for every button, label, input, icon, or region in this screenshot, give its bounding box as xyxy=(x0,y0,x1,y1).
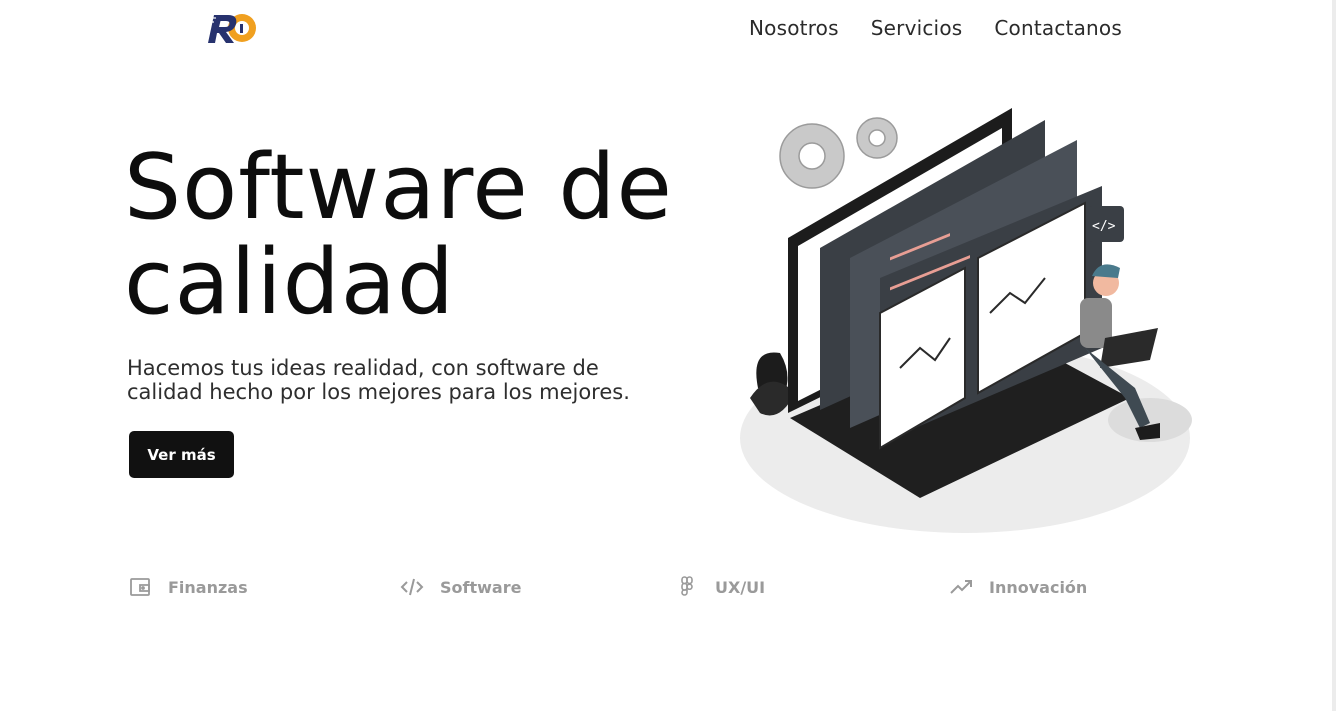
code-icon xyxy=(400,578,424,596)
nav-link-contactanos[interactable]: Contactanos xyxy=(994,16,1122,40)
trending-up-icon xyxy=(950,580,972,594)
hero-subtitle: Hacemos tus ideas realidad, con software… xyxy=(127,356,727,404)
feature-innovacion[interactable]: Innovación xyxy=(949,575,1087,599)
nav-link-servicios[interactable]: Servicios xyxy=(871,16,963,40)
hero-title-line2: calidad xyxy=(124,230,456,335)
gear-icon xyxy=(779,117,898,189)
feature-software[interactable]: Software xyxy=(400,575,521,599)
nav-link-nosotros[interactable]: Nosotros xyxy=(749,16,839,40)
ver-mas-button[interactable]: Ver más xyxy=(129,431,234,478)
main-nav: Nosotros Servicios Contactanos xyxy=(749,16,1122,40)
figma-icon xyxy=(681,576,693,596)
feature-label: Software xyxy=(440,577,522,597)
feature-label: Finanzas xyxy=(168,577,248,597)
hero-title-line1: Software de xyxy=(124,135,673,240)
hero-subtitle-line2: calidad hecho por los mejores para los m… xyxy=(127,380,630,404)
wallet-icon xyxy=(130,578,150,596)
hero-subtitle-line1: Hacemos tus ideas realidad, con software… xyxy=(127,356,599,380)
brand-logo[interactable] xyxy=(204,9,260,47)
feature-label: Innovación xyxy=(989,577,1088,597)
svg-text:</>: </> xyxy=(1092,219,1116,234)
feature-uxui[interactable]: UX/UI xyxy=(675,575,765,599)
scrollbar[interactable] xyxy=(1332,0,1336,711)
feature-label: UX/UI xyxy=(715,577,766,597)
hero-illustration: </> xyxy=(740,108,1192,533)
hero-title: Software de calidad xyxy=(124,140,764,330)
features-row: Finanzas Software UX/UI Innovación xyxy=(0,575,1336,605)
feature-finanzas[interactable]: Finanzas xyxy=(128,575,248,599)
